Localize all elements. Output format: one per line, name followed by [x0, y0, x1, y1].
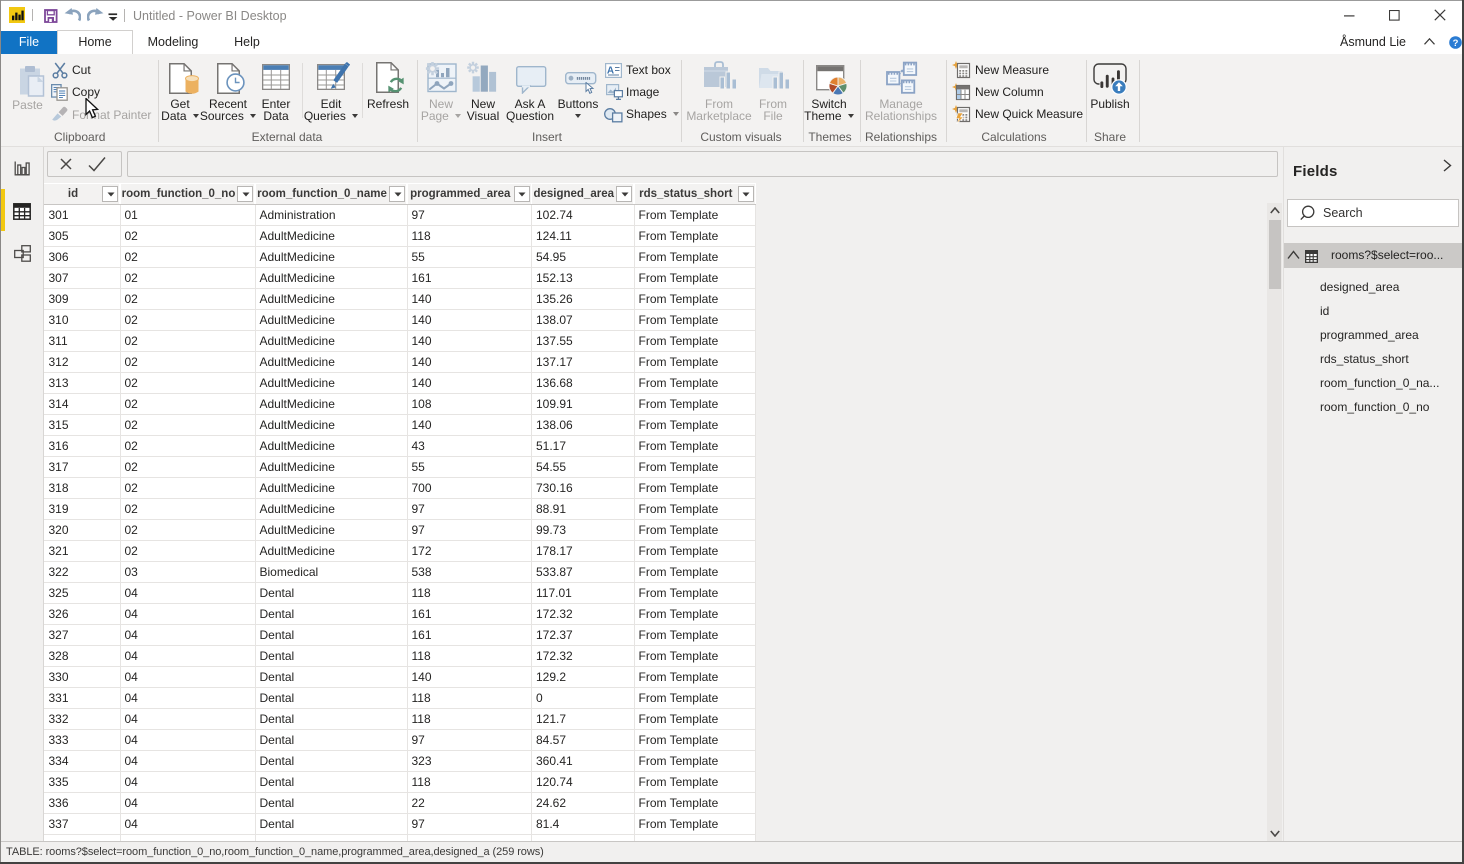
svg-text:?: ?: [1453, 38, 1459, 49]
